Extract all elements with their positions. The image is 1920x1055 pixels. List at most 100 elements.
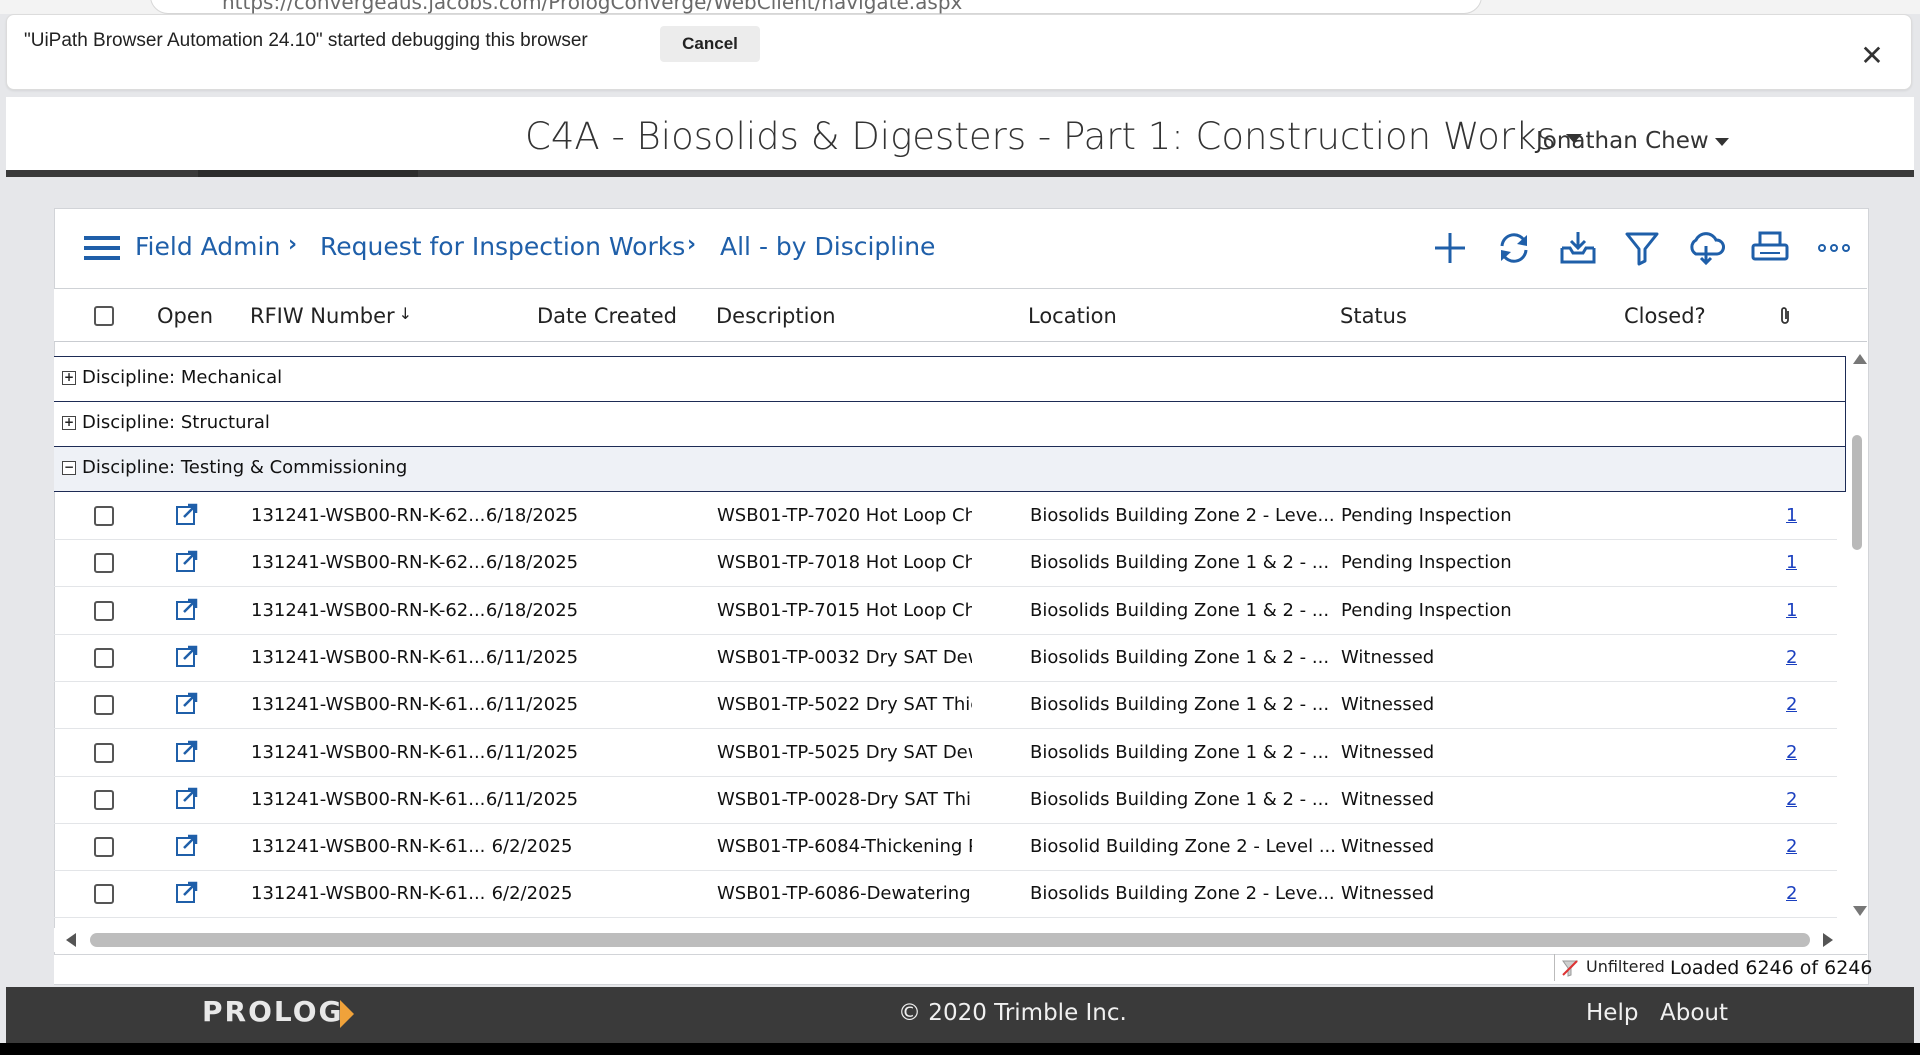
- table-row[interactable]: 131241-WSB00-RN-K-62... 6/18/2025 WSB01-TP…: [54, 492, 1837, 540]
- refresh-icon[interactable]: [1494, 230, 1534, 266]
- row-checkbox[interactable]: [94, 695, 114, 716]
- column-closed[interactable]: Closed?: [1624, 304, 1706, 328]
- open-record-icon[interactable]: [175, 502, 199, 526]
- collapse-icon[interactable]: −: [62, 461, 76, 475]
- attachments-count-link[interactable]: 2: [1786, 789, 1797, 810]
- attachments-count-link[interactable]: 2: [1786, 883, 1797, 904]
- description-cell: WSB01-TP-0028-Dry SAT Thicke...: [717, 788, 972, 810]
- group-row-partial: [54, 342, 1845, 357]
- paperclip-icon: [1781, 307, 1789, 324]
- project-selector[interactable]: C4A - Biosolids & Digesters - Part 1: Co…: [525, 115, 1582, 158]
- list-view-icon[interactable]: [84, 236, 120, 260]
- date-created-cell: 6/11/2025: [485, 741, 579, 763]
- row-checkbox[interactable]: [94, 553, 114, 574]
- expand-icon[interactable]: +: [62, 416, 76, 430]
- open-record-icon[interactable]: [175, 880, 199, 904]
- scroll-left-icon[interactable]: [66, 933, 76, 947]
- row-checkbox[interactable]: [94, 506, 114, 526]
- table-row[interactable]: 131241-WSB00-RN-K-61... 6/11/2025 WSB01-TP…: [54, 776, 1837, 824]
- open-record-icon[interactable]: [175, 549, 199, 573]
- breadcrumb-all-by-discipline[interactable]: All - by Discipline: [720, 232, 935, 261]
- column-status[interactable]: Status: [1340, 304, 1407, 328]
- filter-icon[interactable]: [1622, 230, 1662, 266]
- row-checkbox[interactable]: [94, 647, 114, 668]
- location-cell: Biosolids Building Zone 1 & 2 - ...: [1030, 788, 1330, 810]
- description-cell: WSB01-TP-7018 Hot Loop Chec...: [717, 552, 972, 574]
- group-row-testing-commissioning[interactable]: − Discipline: Testing & Commissioning: [54, 446, 1846, 492]
- group-row-structural[interactable]: + Discipline: Structural: [54, 401, 1846, 447]
- attachments-count-link[interactable]: 1: [1786, 600, 1797, 621]
- table-row[interactable]: 131241-WSB00-RN-K-62... 6/18/2025 WSB01-TP…: [54, 539, 1837, 588]
- open-record-icon[interactable]: [175, 644, 199, 668]
- group-row-mechanical[interactable]: + Discipline: Mechanical: [54, 356, 1846, 402]
- location-cell: Biosolids Building Zone 1 & 2 - ...: [1030, 646, 1330, 668]
- location-cell: Biosolids Building Zone 2 - Leve...: [1030, 505, 1335, 526]
- attachments-count-link[interactable]: 2: [1786, 694, 1797, 715]
- column-location[interactable]: Location: [1028, 304, 1117, 328]
- row-checkbox[interactable]: [94, 742, 114, 763]
- table-row[interactable]: 131241-WSB00-RN-K-61... 6/11/2025 WSB01-TP…: [54, 729, 1837, 777]
- column-description[interactable]: Description: [716, 304, 836, 328]
- close-icon[interactable]: ✕: [1858, 42, 1886, 70]
- row-checkbox[interactable]: [94, 600, 114, 621]
- column-open[interactable]: Open: [157, 304, 213, 328]
- print-icon[interactable]: [1750, 230, 1790, 266]
- debugging-message: "UiPath Browser Automation 24.10" starte…: [24, 30, 588, 51]
- description-cell: WSB01-TP-6086-Dewatering Pol...: [717, 883, 972, 905]
- expand-icon[interactable]: +: [62, 371, 76, 385]
- open-record-icon[interactable]: [175, 597, 199, 621]
- address-url[interactable]: https://convergeaus.jacobs.com/PrologCon…: [222, 0, 962, 14]
- import-icon[interactable]: [1558, 230, 1598, 266]
- grid-body: + Discipline: Mechanical + Discipline: S…: [54, 342, 1854, 922]
- column-date-created[interactable]: Date Created: [537, 304, 677, 328]
- download-cloud-icon[interactable]: [1686, 230, 1726, 266]
- user-menu[interactable]: Jonathan Chew: [1536, 128, 1729, 154]
- user-name: Jonathan Chew: [1536, 128, 1709, 154]
- debugging-notification-bar: [6, 14, 1912, 90]
- open-record-icon[interactable]: [175, 786, 199, 810]
- date-created-cell: 6/18/2025: [485, 599, 579, 621]
- column-rfiw-number[interactable]: RFIW Number ↓: [250, 304, 412, 328]
- status-cell: Witnessed: [1341, 741, 1435, 763]
- breadcrumb-field-admin[interactable]: Field Admin: [135, 232, 280, 261]
- attachments-count-link[interactable]: 1: [1786, 505, 1797, 526]
- open-record-icon[interactable]: [175, 691, 199, 715]
- open-record-icon[interactable]: [175, 739, 199, 763]
- status-cell: Witnessed: [1341, 694, 1435, 716]
- vertical-scroll-thumb[interactable]: [1852, 435, 1862, 550]
- chevron-right-icon: ›: [288, 232, 298, 257]
- about-link[interactable]: About: [1660, 1000, 1728, 1026]
- attachments-count-link[interactable]: 1: [1786, 552, 1797, 573]
- table-row[interactable]: 131241-WSB00-RN-K-61... 6/2/2025 WSB01-TP-…: [54, 823, 1837, 872]
- select-all-checkbox[interactable]: [94, 306, 114, 326]
- row-checkbox[interactable]: [94, 884, 114, 905]
- row-checkbox[interactable]: [94, 789, 114, 810]
- scroll-right-icon[interactable]: [1823, 933, 1833, 947]
- add-icon[interactable]: [1430, 230, 1470, 266]
- project-title: C4A - Biosolids & Digesters - Part 1: Co…: [525, 115, 1556, 158]
- description-cell: WSB01-TP-5022 Dry SAT Thicke...: [717, 694, 972, 716]
- attachments-count-link[interactable]: 2: [1786, 836, 1797, 857]
- table-row[interactable]: 131241-WSB00-RN-K-61... 6/11/2025 WSB01-TP…: [54, 634, 1837, 682]
- open-record-icon[interactable]: [175, 833, 199, 857]
- status-cell: Pending Inspection: [1341, 599, 1512, 621]
- group-label: Discipline: Testing & Commissioning: [82, 457, 408, 478]
- attachments-count-link[interactable]: 2: [1786, 742, 1797, 763]
- cancel-debug-button[interactable]: Cancel: [660, 26, 760, 62]
- scroll-up-icon[interactable]: [1853, 354, 1867, 364]
- breadcrumb-request-for-inspection[interactable]: Request for Inspection Works: [320, 232, 685, 261]
- vertical-scrollbar[interactable]: [1854, 342, 1867, 922]
- table-row[interactable]: 131241-WSB00-RN-K-61... 6/2/2025 WSB01-TP-…: [54, 870, 1837, 919]
- horizontal-scroll-thumb[interactable]: [90, 933, 1810, 947]
- filter-off-icon: [1562, 960, 1579, 977]
- table-row[interactable]: 131241-WSB00-RN-K-62... 6/18/2025 WSB01-TP…: [54, 587, 1837, 635]
- help-link[interactable]: Help: [1586, 1000, 1638, 1026]
- row-checkbox[interactable]: [94, 837, 114, 858]
- scroll-down-icon[interactable]: [1853, 906, 1867, 916]
- status-cell: Witnessed: [1341, 836, 1435, 858]
- date-created-cell: 6/11/2025: [485, 694, 579, 716]
- more-icon[interactable]: [1814, 230, 1854, 266]
- location-cell: Biosolids Building Zone 1 & 2 - ...: [1030, 741, 1330, 763]
- attachments-count-link[interactable]: 2: [1786, 647, 1797, 668]
- table-row[interactable]: 131241-WSB00-RN-K-61... 6/11/2025 WSB01-TP…: [54, 681, 1837, 730]
